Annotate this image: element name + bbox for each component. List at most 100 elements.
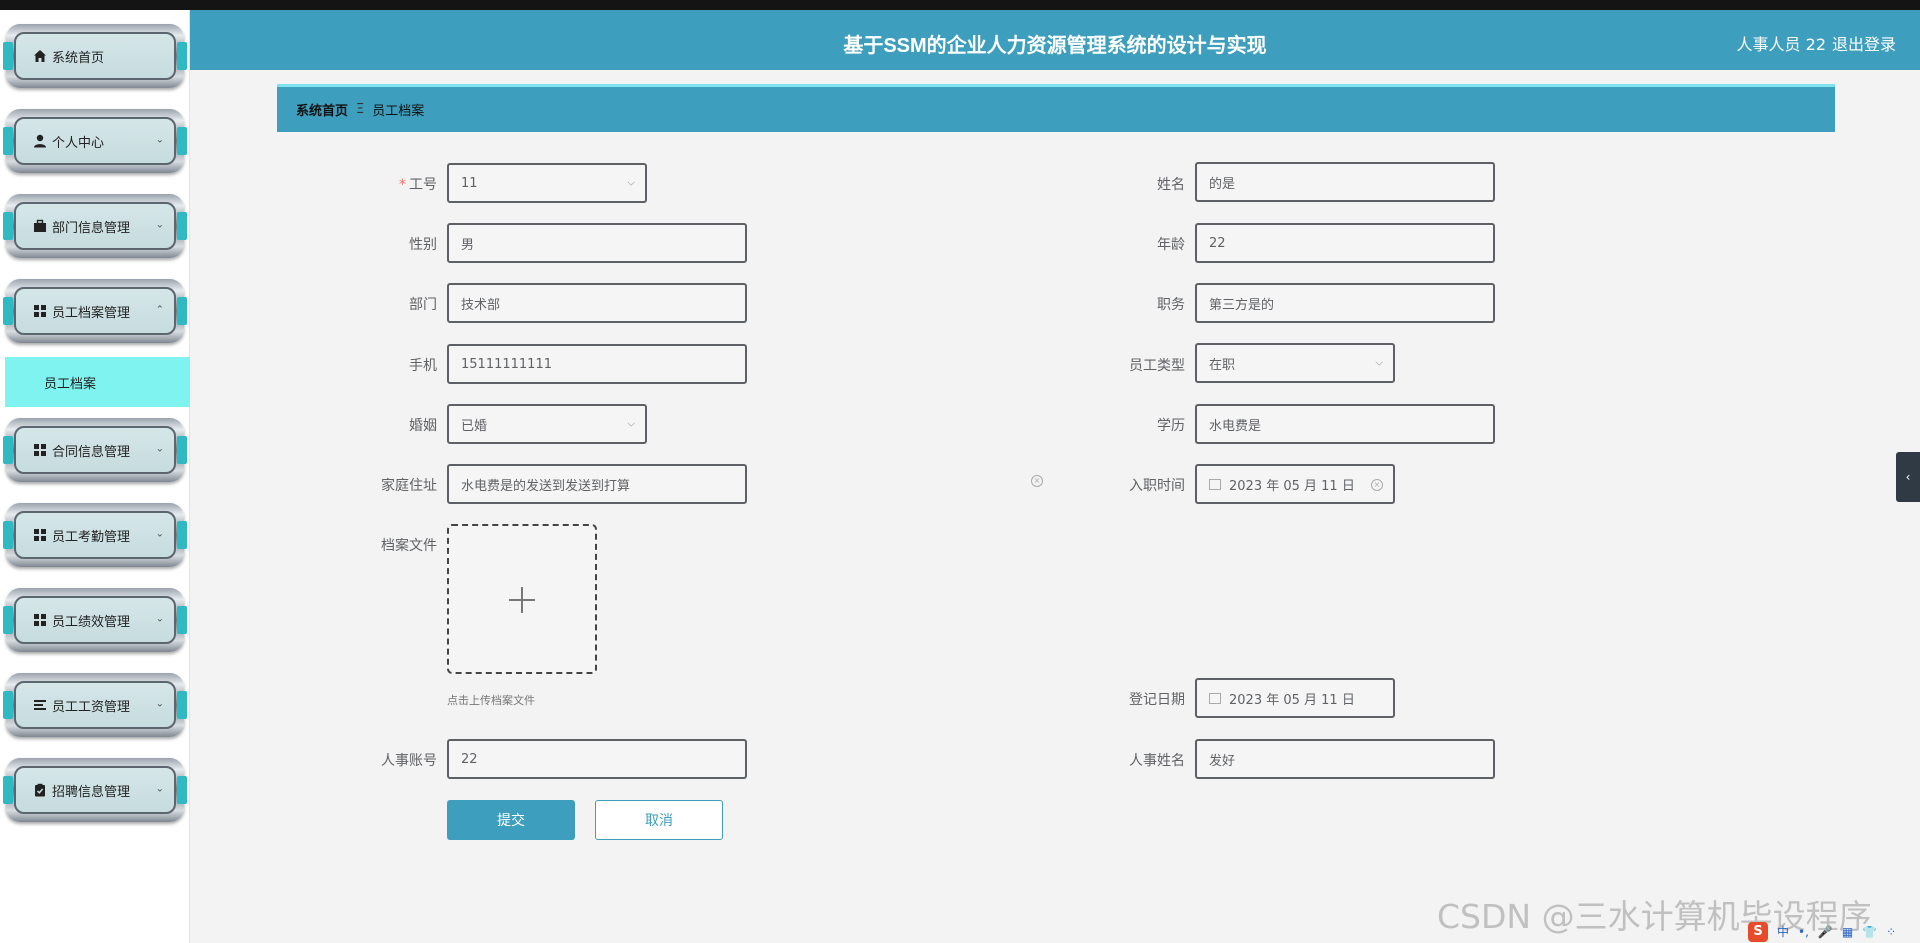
sidebar-item-label: 员工考勤管理	[52, 529, 131, 545]
chevron-down-icon: ⌄	[155, 698, 164, 710]
chevron-left-icon: ‹	[1905, 470, 1911, 484]
app-header: 基于SSM的企业人力资源管理系统的设计与实现 人事人员 22 退出登录	[190, 10, 1920, 70]
phone-value: 15111111111	[461, 356, 552, 372]
clear-icon[interactable]: ×	[1371, 479, 1383, 491]
phone-label: 手机	[409, 358, 437, 374]
sidebar-item-attendance[interactable]: 员工考勤管理 ⌄	[3, 503, 187, 567]
chevron-down-icon: ⌵	[1375, 357, 1383, 369]
grid-icon	[32, 527, 48, 543]
chevron-down-icon: ⌵	[627, 418, 635, 430]
chevron-up-icon: ⌃	[155, 304, 164, 316]
calendar-icon	[1209, 692, 1221, 704]
microphone-icon[interactable]: 🎤	[1818, 925, 1833, 939]
user-icon	[32, 133, 48, 149]
gender-value: 男	[461, 237, 475, 253]
department-input[interactable]: 技术部	[447, 283, 747, 323]
grid-icon	[32, 612, 48, 628]
ime-punctuation-icon[interactable]: •,	[1798, 925, 1809, 939]
sidebar-item-performance[interactable]: 员工绩效管理 ⌄	[3, 588, 187, 652]
toolbox-icon[interactable]: ⁘	[1886, 925, 1896, 939]
keyboard-icon[interactable]: ▦	[1842, 925, 1853, 939]
hr-account-value: 22	[461, 751, 478, 767]
breadcrumb-current: 员工档案	[372, 104, 425, 119]
sidebar-item-salary[interactable]: 员工工资管理 ⌄	[3, 673, 187, 737]
marital-label: 婚姻	[409, 418, 437, 434]
chevron-down-icon: ⌄	[155, 443, 164, 455]
sidebar-item-label: 员工工资管理	[52, 699, 131, 715]
age-value: 22	[1209, 235, 1226, 251]
name-value: 的是	[1209, 176, 1236, 192]
name-input[interactable]: 的是	[1195, 162, 1495, 202]
grid-icon	[32, 303, 48, 319]
hire-date-label: 入职时间	[1129, 478, 1185, 494]
sidebar-item-inner: 系统首页	[14, 32, 176, 80]
marital-select[interactable]: 已婚 ⌵	[447, 404, 647, 444]
hire-date-picker[interactable]: 2023 年 05 月 11 日 ×	[1195, 464, 1395, 504]
archive-file-label: 档案文件	[381, 538, 437, 554]
submit-button[interactable]: 提交	[447, 800, 575, 840]
hr-name-input[interactable]: 发好	[1195, 739, 1495, 779]
cancel-button[interactable]: 取消	[595, 800, 723, 840]
sidebar-item-inner: 员工考勤管理 ⌄	[14, 511, 176, 559]
employee-id-select[interactable]: 11 ⌵	[447, 163, 647, 203]
education-label: 学历	[1157, 418, 1185, 434]
sidebar-item-personal-center[interactable]: 个人中心 ⌄	[3, 109, 187, 173]
employee-id-label-text: 工号	[409, 177, 437, 193]
sidebar-item-department[interactable]: 部门信息管理 ⌄	[3, 194, 187, 258]
sidebar-item-inner: 招聘信息管理 ⌄	[14, 766, 176, 814]
sidebar-item-label: 合同信息管理	[52, 444, 131, 460]
sidebar-item-label: 员工绩效管理	[52, 614, 131, 630]
skin-icon[interactable]: 👕	[1862, 925, 1877, 939]
position-input[interactable]: 第三方是的	[1195, 283, 1495, 323]
sidebar-item-label: 个人中心	[52, 135, 105, 151]
education-input[interactable]: 水电费是	[1195, 404, 1495, 444]
ime-logo-icon[interactable]: S	[1748, 921, 1768, 942]
phone-input[interactable]: 15111111111	[447, 344, 747, 384]
chevron-down-icon: ⌄	[155, 134, 164, 146]
hr-name-value: 发好	[1209, 753, 1236, 769]
sidebar-item-label: 部门信息管理	[52, 220, 131, 236]
sidebar-item-inner: 个人中心 ⌄	[14, 117, 176, 165]
employee-type-select[interactable]: 在职 ⌵	[1195, 343, 1395, 383]
sidebar-item-contract[interactable]: 合同信息管理 ⌄	[3, 418, 187, 482]
calendar-icon	[1209, 478, 1221, 490]
address-label: 家庭住址	[381, 478, 437, 494]
clipboard-icon	[32, 782, 48, 798]
marital-value: 已婚	[461, 418, 488, 434]
ime-toolbar: S 中 •, 🎤 ▦ 👕 ⁘	[1744, 920, 1920, 943]
sidebar-item-recruitment[interactable]: 招聘信息管理 ⌄	[3, 758, 187, 822]
chevron-down-icon: ⌄	[155, 613, 164, 625]
name-label: 姓名	[1157, 177, 1185, 193]
archive-file-upload[interactable]	[447, 524, 597, 674]
ime-mode[interactable]: 中	[1777, 923, 1789, 940]
logout-link[interactable]: 退出登录	[1832, 31, 1896, 55]
sidebar-item-inner: 合同信息管理 ⌄	[14, 426, 176, 474]
required-marker: *	[399, 177, 406, 193]
register-date-picker[interactable]: 2023 年 05 月 11 日	[1195, 678, 1395, 718]
clear-icon[interactable]: ×	[1031, 475, 1043, 487]
home-icon	[32, 48, 48, 64]
sidebar-item-employee-files[interactable]: 员工档案管理 ⌃	[3, 279, 187, 343]
gender-input[interactable]: 男	[447, 223, 747, 263]
employee-id-value: 11	[461, 175, 478, 191]
app-title: 基于SSM的企业人力资源管理系统的设计与实现	[843, 35, 1267, 57]
hr-account-input[interactable]: 22	[447, 739, 747, 779]
breadcrumb-separator: Ξ	[356, 102, 365, 117]
age-label: 年龄	[1157, 237, 1185, 253]
sidebar-item-inner: 员工工资管理 ⌄	[14, 681, 176, 729]
sidebar-subitem-employee-file[interactable]: 员工档案	[5, 357, 190, 407]
department-label: 部门	[409, 297, 437, 313]
chevron-down-icon: ⌄	[155, 528, 164, 540]
sidebar-item-home[interactable]: 系统首页	[3, 24, 187, 88]
breadcrumb: 系统首页 Ξ 员工档案	[277, 84, 1835, 132]
collapse-panel-toggle[interactable]: ‹	[1896, 452, 1920, 502]
sidebar-item-inner: 员工档案管理 ⌃	[14, 287, 176, 335]
hire-date-value: 2023 年 05 月 11 日	[1229, 478, 1355, 494]
age-input[interactable]: 22	[1195, 223, 1495, 263]
hr-account-label: 人事账号	[381, 753, 437, 769]
address-input[interactable]: 水电费是的发送到发送到打算	[447, 464, 747, 504]
breadcrumb-home[interactable]: 系统首页	[296, 100, 348, 119]
employee-type-value: 在职	[1209, 357, 1236, 373]
department-value: 技术部	[461, 297, 501, 313]
address-value: 水电费是的发送到发送到打算	[461, 478, 631, 494]
